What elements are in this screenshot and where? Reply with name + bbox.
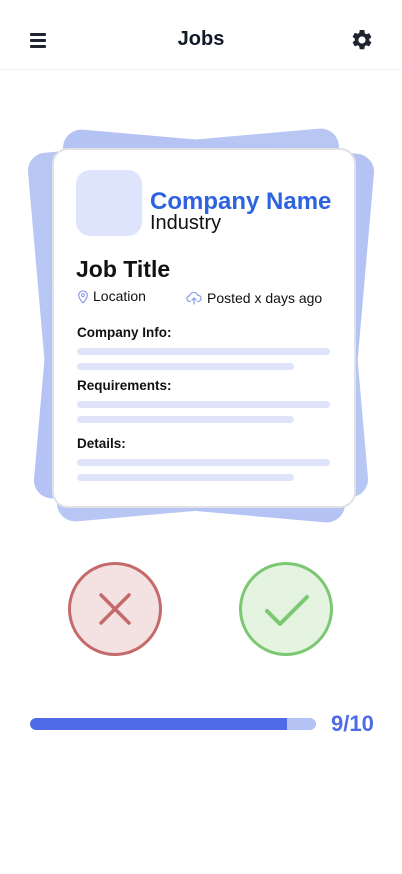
- section-label-requirements: Requirements:: [77, 378, 172, 393]
- check-icon: [265, 595, 309, 626]
- placeholder-line: [77, 416, 294, 423]
- x-icon: [99, 593, 131, 625]
- placeholder-line: [77, 401, 330, 408]
- job-location: Location: [93, 288, 146, 304]
- progress-counter: 9/10: [331, 711, 374, 736]
- posted-date: Posted x days ago: [207, 290, 323, 306]
- job-title: Job Title: [76, 256, 171, 282]
- accept-button[interactable]: [239, 562, 333, 656]
- reject-button[interactable]: [68, 562, 162, 656]
- section-label-details: Details:: [77, 436, 126, 451]
- placeholder-line: [77, 474, 294, 481]
- section-label-company-info: Company Info:: [77, 325, 172, 340]
- placeholder-line: [77, 348, 330, 355]
- company-logo: [76, 170, 142, 236]
- cloud-upload-icon: [186, 291, 202, 305]
- job-card[interactable]: Company Name Industry Job Title Location…: [52, 148, 356, 508]
- map-pin-icon: [78, 290, 88, 304]
- progress-bar: [30, 718, 316, 730]
- progress-bar-fill: [30, 718, 287, 730]
- company-industry: Industry: [150, 212, 222, 234]
- placeholder-line: [77, 459, 330, 466]
- job-card-stack: Company Name Industry Job Title Location…: [0, 0, 402, 540]
- placeholder-line: [77, 363, 294, 370]
